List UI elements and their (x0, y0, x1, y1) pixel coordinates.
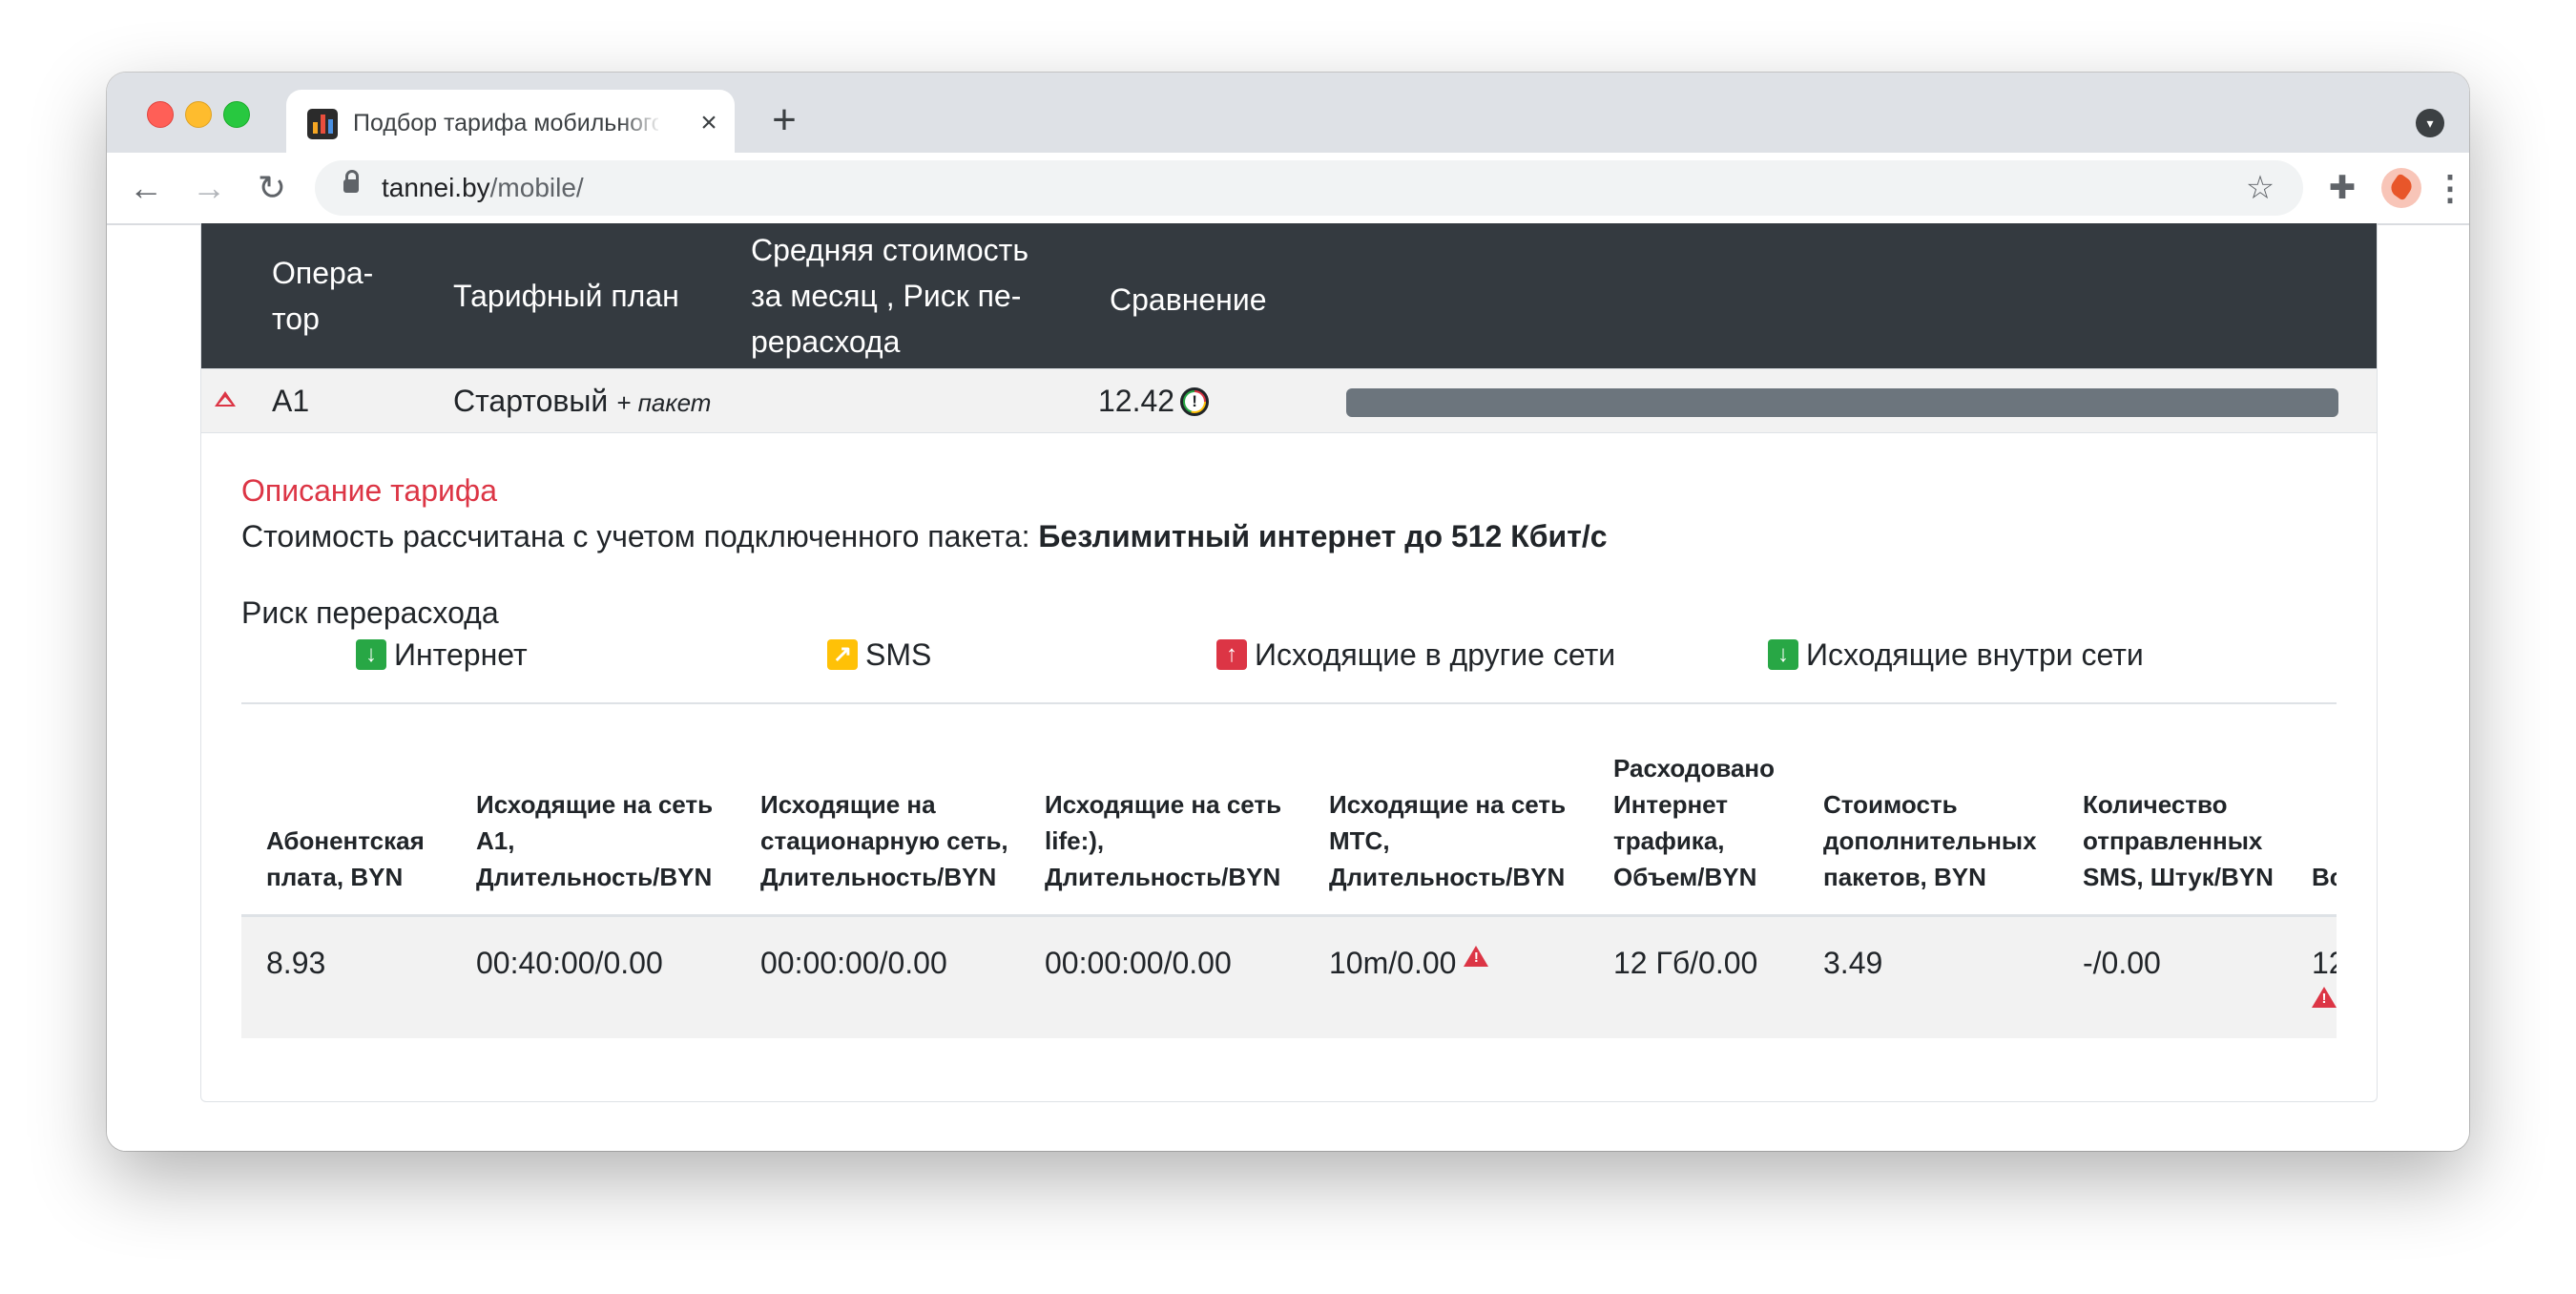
close-window-button[interactable] (147, 101, 174, 128)
col-total: Всего, BYN (2312, 863, 2337, 891)
tab-title-fade (620, 103, 662, 143)
reload-icon[interactable]: ↻ (248, 164, 296, 212)
mts-value: 10m/0.00 (1329, 946, 1457, 980)
back-arrow-icon[interactable]: ← (122, 164, 170, 212)
header-operator: Опера-тор (272, 256, 374, 336)
risk-item-internet: ↓ Интернет (356, 636, 528, 674)
url-text[interactable]: tannei.by/mobile/ (382, 160, 584, 216)
val-sms-count: -/0.00 (2083, 946, 2161, 980)
star-icon[interactable]: ☆ (2236, 164, 2284, 212)
plan-name: Стартовый (453, 384, 609, 418)
description-prefix: Стоимость рассчитана с учетом подключенн… (241, 519, 1030, 553)
description-package: Безлимитный интернет до 512 Кбит/с (1038, 519, 1608, 553)
package-note: + пакет (616, 388, 712, 417)
val-landline-calls: 00:00:00/0.00 (760, 946, 947, 980)
risk-item-other-networks: ↑ Исходящие в другие сети (1216, 636, 1615, 674)
risk-item-sms: ↗ SMS (827, 636, 931, 674)
url-host: tannei.by (382, 173, 490, 202)
total-value: 12.42 (2312, 946, 2337, 980)
risk-label: SMS (865, 637, 932, 672)
col-extra-packages: Стоимость дополнительных пакетов, BYN (1823, 790, 2037, 891)
tariff-row[interactable]: A1 Стартовый + пакет 12.42! (201, 368, 2377, 433)
col-landline-calls: Исходящие на стационарную сеть, Длительн… (760, 790, 1008, 891)
val-life-calls: 00:00:00/0.00 (1045, 946, 1232, 980)
risk-gauge-icon: ! (1180, 386, 1210, 416)
tariff-card: Опера-тор Тарифный план Средняя стоимост… (200, 223, 2378, 1102)
cost-breakdown-table: Абонентская плата, BYN Исходящие на сеть… (241, 704, 2337, 1038)
browser-window: Подбор тарифа мобильного связи × + ▾ ← →… (107, 73, 2469, 1151)
forward-arrow-icon[interactable]: → (185, 164, 233, 212)
description-text: Стоимость рассчитана с учетом подключенн… (241, 519, 1608, 554)
breakdown-header: Абонентская плата, BYN Исходящие на сеть… (241, 704, 2337, 917)
warning-triangle-icon (1464, 946, 1489, 969)
arrow-up-badge-icon: ↑ (1216, 638, 1247, 670)
arrow-down-badge-icon: ↓ (1768, 638, 1798, 670)
avg-cost-value: 12.42 (1098, 384, 1175, 418)
col-internet-traffic: Расходовано Интернет трафика, Объем/BYN (1613, 754, 1775, 891)
lock-icon[interactable] (343, 170, 359, 193)
val-internet-traffic: 12 Гб/0.00 (1613, 946, 1758, 980)
col-life-calls: Исходящие на сеть life:), Длительность/B… (1045, 790, 1282, 891)
comparison-progress-bar (1346, 388, 2338, 417)
new-tab-button[interactable]: + (763, 99, 805, 143)
breakdown-row: 8.93 00:40:00/0.00 00:00:00/0.00 00:00:0… (241, 917, 2337, 1038)
tab-search-chevron-icon[interactable]: ▾ (2416, 109, 2444, 137)
results-table-header: Опера-тор Тарифный план Средняя стоимост… (201, 223, 2377, 368)
val-mts-calls: 10m/0.00 (1329, 946, 1489, 981)
puzzle-icon[interactable]: ✚ (2318, 164, 2366, 212)
tab-title: Подбор тарифа мобильного связи (353, 110, 658, 136)
risk-mark: ! (1185, 391, 1205, 411)
description-title: Описание тарифа (241, 473, 498, 508)
address-bar[interactable]: tannei.by/mobile/ ☆ (315, 160, 2303, 216)
tab-close-icon[interactable]: × (693, 107, 725, 139)
zoom-window-button[interactable] (223, 101, 250, 128)
url-path: /mobile/ (489, 173, 584, 202)
site-favicon-icon (307, 109, 338, 139)
val-subscription-fee: 8.93 (266, 946, 326, 980)
risk-item-in-network: ↓ Исходящие внутри сети (1768, 636, 2144, 674)
profile-avatar[interactable] (2381, 168, 2421, 208)
caret-up-icon[interactable] (215, 369, 238, 432)
row-operator: A1 (272, 384, 310, 418)
kebab-menu-icon[interactable]: ⋮ (2429, 164, 2469, 212)
row-avg-cost: 12.42! (1098, 369, 1210, 432)
header-plan: Тарифный план (453, 279, 679, 313)
val-extra-packages: 3.49 (1823, 946, 1883, 980)
risk-title: Риск перерасхода (241, 595, 499, 630)
val-total: 12.42 (2312, 946, 2337, 1016)
val-a1-calls: 00:40:00/0.00 (476, 946, 663, 980)
col-subscription-fee: Абонентская плата, BYN (266, 826, 425, 891)
risk-label: Исходящие внутри сети (1806, 637, 2144, 672)
warning-triangle-icon (2312, 987, 2337, 1010)
header-comparison: Сравнение (1110, 282, 1267, 317)
minimize-window-button[interactable] (185, 101, 212, 128)
page-viewport: Опера-тор Тарифный план Средняя стоимост… (107, 223, 2469, 1151)
risk-label: Интернет (394, 637, 528, 672)
col-a1-calls: Исходящие на сеть A1, Длительность/BYN (476, 790, 714, 891)
arrow-up-right-badge-icon: ↗ (827, 638, 858, 670)
tab-strip: Подбор тарифа мобильного связи × + ▾ (107, 73, 2469, 153)
row-plan: Стартовый + пакет (453, 369, 711, 434)
arrow-down-badge-icon: ↓ (356, 638, 386, 670)
col-sms-count: Количество отправленных SMS, Штук/BYN (2083, 790, 2274, 891)
browser-toolbar: ← → ↻ tannei.by/mobile/ ☆ ✚ ⋮ (107, 153, 2469, 225)
header-avg-cost: Средняя стоимость за месяц , Риск пе-рер… (751, 233, 1028, 359)
col-mts-calls: Исходящие на сеть МТС, Длительность/BYN (1329, 790, 1567, 891)
risk-label: Исходящие в другие сети (1255, 637, 1616, 672)
browser-tab[interactable]: Подбор тарифа мобильного связи × (286, 90, 735, 153)
